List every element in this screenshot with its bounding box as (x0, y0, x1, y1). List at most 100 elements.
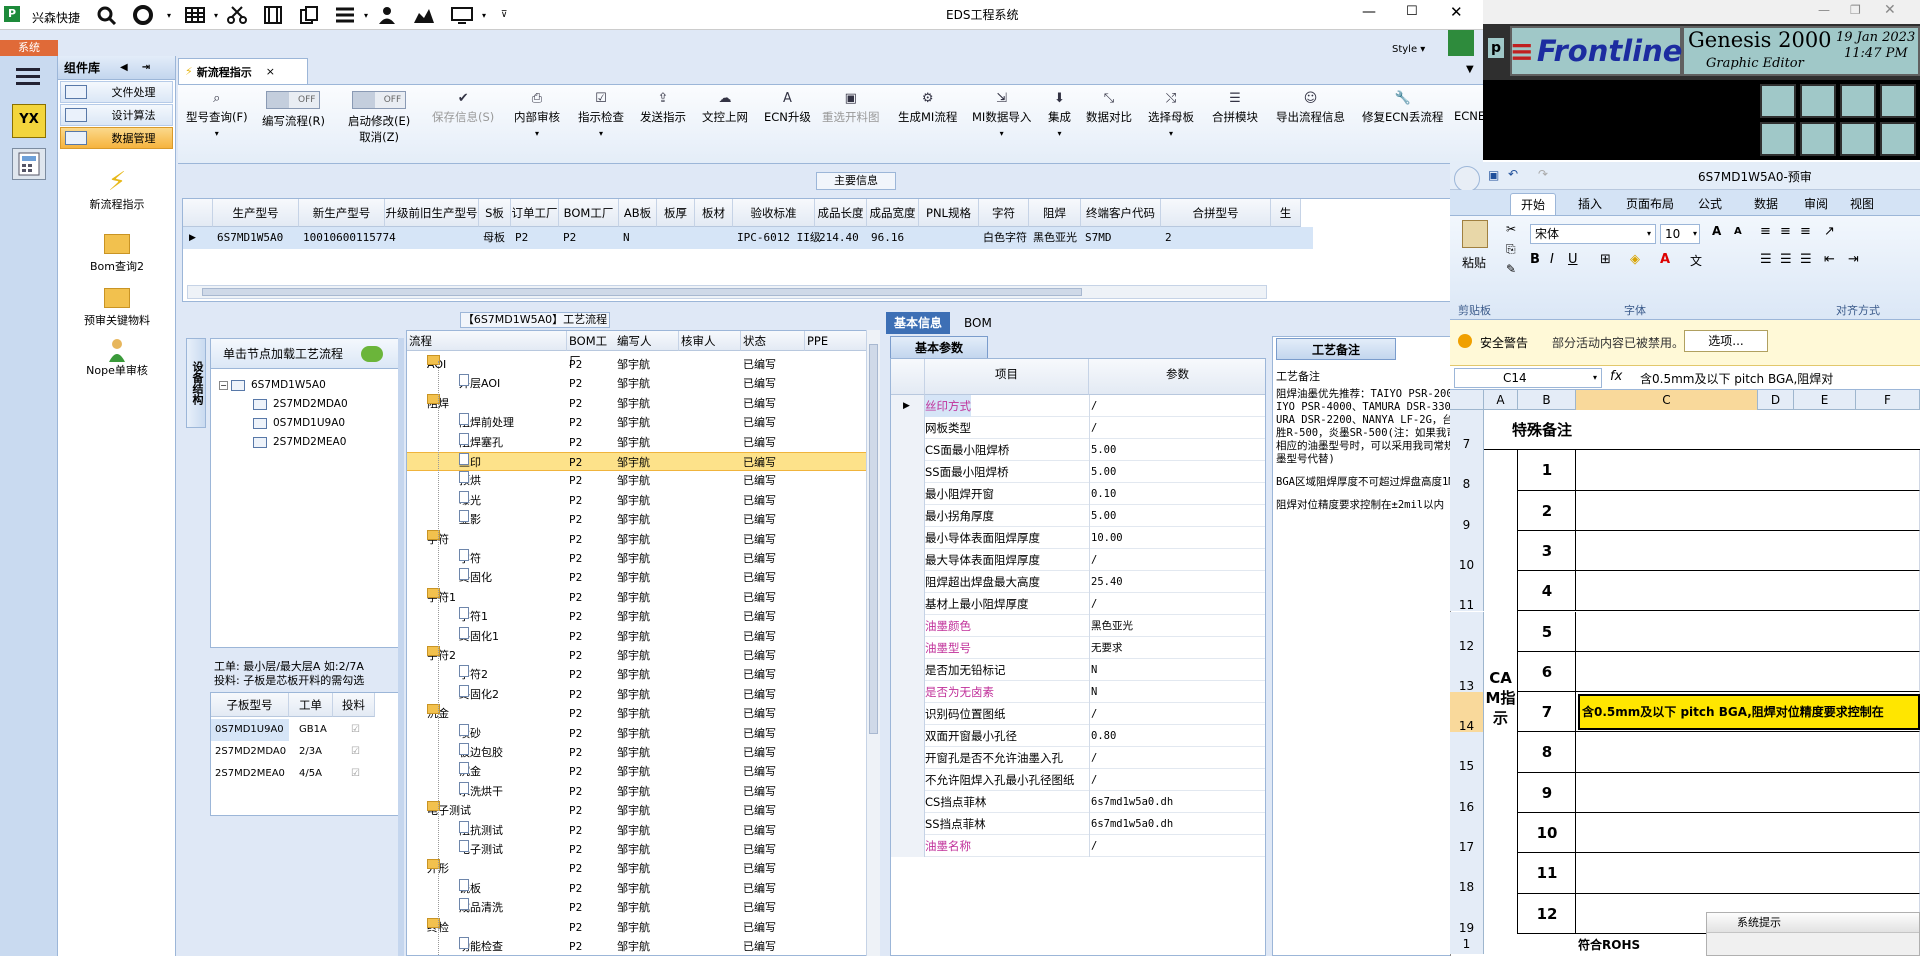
row-header[interactable]: 13 (1450, 651, 1484, 693)
outdent-icon[interactable]: ⇥ (1848, 252, 1859, 267)
list-icon[interactable] (334, 5, 356, 25)
column-header[interactable]: 验收标准 (733, 199, 815, 227)
splitter[interactable] (398, 338, 404, 956)
table-row[interactable]: −字符P2邹宇航已编写 (407, 529, 867, 549)
cam-label-cell[interactable]: CAM指示 (1484, 450, 1518, 934)
search-icon[interactable] (96, 5, 118, 25)
table-cell[interactable] (695, 227, 733, 249)
param-value[interactable]: / (1091, 747, 1097, 769)
cell[interactable] (1576, 490, 1920, 531)
param-row[interactable]: 不允许阻焊入孔最小孔径图纸 / (891, 769, 1265, 791)
row-header[interactable]: 15 (1450, 732, 1484, 773)
table-cell[interactable]: 6S7MD1W5A0 (213, 227, 299, 249)
param-row[interactable]: 油墨颜色 黑色亚光 (891, 615, 1265, 637)
column-header[interactable]: 板材 (695, 199, 733, 227)
table-cell[interactable] (657, 227, 695, 249)
param-row[interactable]: 油墨名称 / (891, 835, 1265, 857)
minimize-icon[interactable]: — (1362, 4, 1376, 20)
indent-icon[interactable]: ⇤ (1824, 252, 1835, 267)
param-value[interactable]: / (1091, 769, 1097, 791)
send-instruction-button[interactable]: ⇪ 发送指示 (640, 91, 686, 125)
table-row[interactable]: 阻焊前处理 P2 邹宇航 已编写 (407, 413, 867, 432)
table-row[interactable]: −AOI P2 邹宇航 已编写 (407, 355, 867, 374)
customize-icon[interactable]: ⊽ (494, 10, 514, 20)
table-row[interactable]: 外层AOI P2 邹宇航 已编写 (407, 374, 867, 393)
generate-mi-button[interactable]: ⚙ 生成MI流程 (898, 91, 957, 125)
process-scrollbar[interactable] (866, 330, 880, 956)
column-header[interactable]: 项目 (925, 359, 1089, 395)
column-header[interactable]: 成品宽度 (867, 199, 919, 227)
ribbon-tab[interactable]: 视图 (1840, 193, 1884, 215)
shrink-font-icon[interactable]: A (1734, 226, 1742, 237)
row-header[interactable]: 12 (1450, 611, 1484, 653)
column-header[interactable]: 生产型号 (213, 199, 299, 227)
ribbon-tab[interactable]: 审阅 (1794, 193, 1838, 215)
export-flow-button[interactable]: ☺ 导出流程信息 (1276, 91, 1345, 125)
format-painter-icon[interactable]: ✎ (1506, 262, 1516, 276)
ribbon-tab[interactable]: 开始 (1510, 193, 1557, 215)
genesis-step-icon[interactable] (1880, 122, 1916, 156)
column-header[interactable]: S板 (479, 199, 511, 227)
restore-icon[interactable]: ❐ (1850, 3, 1861, 17)
border-icon[interactable]: ⊞ (1600, 252, 1611, 267)
table-row[interactable]: 终固化1 P2 邹宇航 已编写 (407, 626, 867, 646)
ribbon-tab[interactable]: 数据 (1744, 193, 1788, 215)
bold-icon[interactable]: B (1530, 252, 1540, 267)
ribbon-tab[interactable]: 公式 (1688, 193, 1732, 215)
align-center-icon[interactable]: ☰ (1780, 252, 1792, 267)
param-value[interactable]: 5.00 (1091, 439, 1116, 461)
copy-icon[interactable] (298, 5, 320, 25)
genesis-save-icon[interactable] (1800, 84, 1836, 118)
select-mother-board-button[interactable]: ⤭ 选择母板 ▾ (1148, 91, 1194, 138)
table-row[interactable]: −终检P2邹宇航已编写 (407, 917, 867, 937)
column-header[interactable]: 成品长度 (815, 199, 867, 227)
instruction-check-button[interactable]: ☑ 指示检查 ▾ (578, 91, 624, 138)
genesis-forward-icon[interactable] (1800, 122, 1836, 156)
font-size-select[interactable]: 10 ▾ (1660, 224, 1700, 244)
table-row[interactable]: 板边包胶 P2 邹宇航 已编写 (407, 743, 867, 762)
cell[interactable] (1576, 651, 1920, 693)
tab-list-icon[interactable]: ▼ (1466, 64, 1474, 75)
param-value[interactable]: 5.00 (1091, 461, 1116, 483)
param-value[interactable]: N (1091, 659, 1097, 681)
cell[interactable] (1576, 732, 1920, 773)
param-row[interactable]: 双面开窗最小孔径 0.80 (891, 725, 1265, 747)
column-header[interactable]: BOM工厂 (567, 331, 619, 368)
table-row[interactable]: 显影 P2 邹宇航 已编写 (407, 510, 867, 529)
table-cell[interactable]: 2S7MD2MDA0 (211, 741, 286, 763)
param-value[interactable]: 无要求 (1091, 637, 1123, 659)
align-top-icon[interactable]: ≡ (1760, 224, 1771, 239)
table-cell[interactable]: 黑色亚光 (1029, 227, 1081, 249)
param-row[interactable]: 是否为无卤素 N (891, 681, 1265, 703)
row-header[interactable]: 8 (1450, 450, 1484, 491)
column-header[interactable]: 订单工厂 (511, 199, 559, 227)
column-header[interactable]: AB板 (619, 199, 657, 227)
column-header[interactable]: 投料 (333, 693, 375, 717)
checkbox[interactable]: ☑ (347, 719, 360, 741)
table-row[interactable]: 电子测试 P2 邹宇航 已编写 (407, 840, 867, 859)
column-header[interactable]: E (1794, 390, 1856, 410)
table-cell[interactable]: 2/3A (295, 741, 322, 763)
formula-input[interactable]: 含0.5mm及以下 pitch BGA,阻焊对 (1640, 370, 1833, 387)
param-value[interactable]: 0.10 (1091, 483, 1116, 505)
column-header[interactable]: 工单 (289, 693, 333, 717)
cell[interactable] (1576, 813, 1920, 854)
column-header[interactable]: PNL规格 (919, 199, 979, 227)
redo-icon[interactable]: ↷ (1538, 167, 1548, 181)
bom-query-button[interactable]: Bom查询2 (58, 234, 176, 274)
row-header[interactable]: 7 (1450, 410, 1484, 451)
param-value[interactable]: / (1091, 549, 1097, 571)
param-row[interactable]: 是否加无铅标记 N (891, 659, 1265, 681)
param-row[interactable]: 最小阻焊开窗 0.10 (891, 483, 1265, 505)
start-modify-toggle[interactable]: OFF 启动修改(E) 取消(Z) (348, 91, 410, 145)
model-query-button[interactable]: ⌕ 型号查询(F) ▾ (186, 91, 248, 138)
table-row[interactable]: −阻焊P2邹宇航已编写 (407, 393, 867, 413)
grow-font-icon[interactable]: A (1712, 224, 1721, 238)
align-right-icon[interactable]: ☰ (1800, 252, 1812, 267)
special-note-cell[interactable]: 特殊备注 (1484, 410, 1920, 451)
save-info-button[interactable]: ✔ 保存信息(S) (432, 91, 494, 125)
column-header[interactable]: BOM工厂 (559, 199, 619, 227)
table-row[interactable]: −字符1 P2 邹宇航 已编写 (407, 587, 867, 607)
close-icon[interactable]: ✕ (1450, 3, 1463, 21)
table-row[interactable]: −字符2 P2 邹宇航 已编写 (407, 646, 867, 665)
